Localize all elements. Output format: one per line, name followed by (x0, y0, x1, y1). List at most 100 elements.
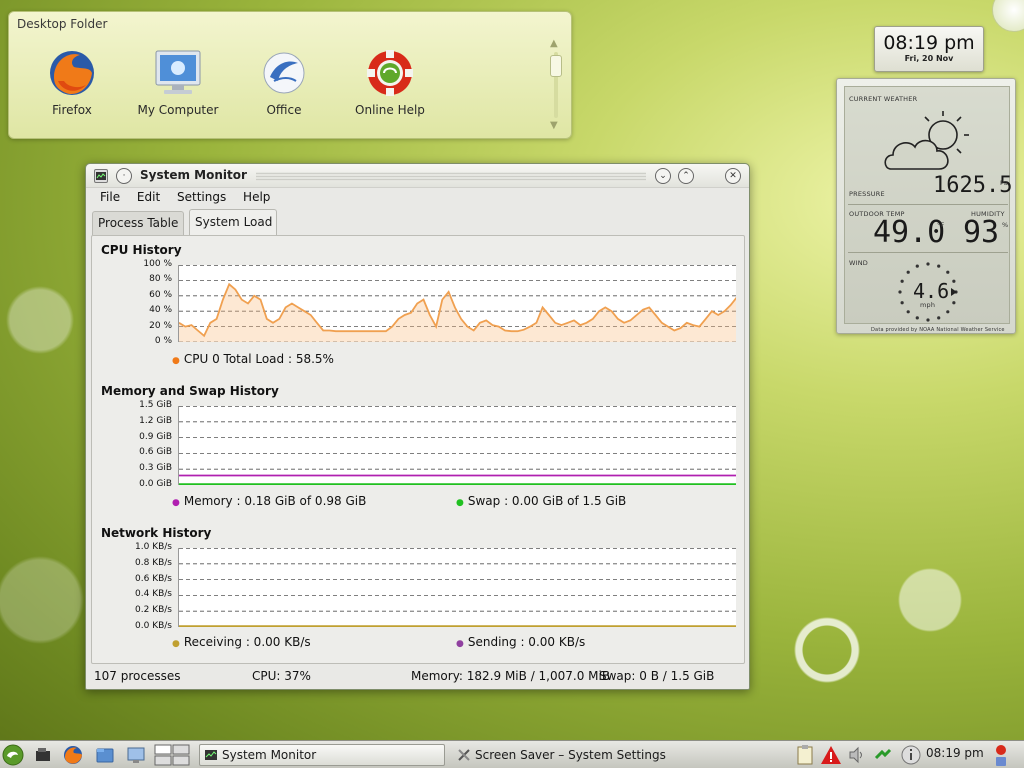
compass-dot (900, 301, 904, 305)
desktop-icon-firefox[interactable]: Firefox (27, 47, 117, 117)
menu-help[interactable]: Help (243, 190, 270, 204)
computer-icon (152, 47, 204, 99)
titlebar-decoration (256, 172, 646, 181)
task-system-monitor[interactable]: System Monitor (199, 744, 445, 766)
desktop-icon-office[interactable]: Office (239, 47, 329, 117)
window-menu-icon[interactable] (94, 169, 108, 183)
clock-date: Fri, 20 Nov (904, 54, 954, 63)
weather-lcd: CURRENT WEATHER PRESSURE 1625.5 Pa OUTDO… (844, 86, 1012, 333)
scroll-down-icon[interactable]: ▼ (550, 120, 558, 131)
clipboard-icon[interactable] (794, 744, 816, 766)
firefox-icon[interactable] (62, 744, 84, 766)
cpu-legend-text: CPU 0 Total Load : 58.5% (183, 352, 334, 366)
help-icon (364, 47, 416, 99)
network-history-svg (179, 548, 736, 627)
maximize-icon[interactable]: ⌃ (678, 168, 694, 184)
network-icon[interactable] (872, 744, 894, 766)
temperature-value: 49.0 (873, 215, 946, 250)
y-tick-label: 0.6 KB/s (135, 573, 172, 584)
icon-label: Firefox (52, 103, 92, 117)
desktop-icon[interactable] (125, 744, 147, 766)
compass-dot (926, 262, 930, 266)
compass-dot (915, 316, 919, 320)
compass-dot (898, 290, 902, 294)
y-tick-label: 60 % (149, 289, 172, 300)
y-tick-label: 0.0 KB/s (135, 621, 172, 631)
pressure-label: PRESSURE (849, 190, 885, 198)
sending-legend-text: Sending : 0.00 KB/s (467, 635, 586, 649)
y-tick-label: 80 % (149, 274, 172, 285)
system-load-panel: CPU History 100 % 80 % 60 % 40 % 20 % 0 % ● CP… (91, 235, 745, 664)
compass-dot (900, 279, 904, 283)
warning-icon[interactable] (820, 744, 842, 766)
menu-settings[interactable]: Settings (177, 190, 226, 204)
icon-label: My Computer (137, 103, 219, 117)
device-notifier-icon[interactable] (32, 744, 54, 766)
compass-dot (915, 264, 919, 268)
lock-logout-icon[interactable] (992, 744, 1010, 766)
y-tick-label: 100 % (143, 259, 172, 269)
sticky-icon[interactable]: · (116, 168, 132, 184)
legend-dot-icon: ● (172, 639, 180, 649)
menu-edit[interactable]: Edit (137, 190, 160, 204)
compass-dot (926, 318, 930, 322)
desktop-toolbox-button[interactable] (992, 0, 1024, 32)
office-icon (258, 47, 310, 99)
system-monitor-window[interactable]: · System Monitor ⌄ ⌃ ✕ File Edit Setting… (85, 163, 750, 690)
system-monitor-icon (204, 748, 218, 765)
desktop-icon-online-help[interactable]: Online Help (345, 47, 435, 117)
desktop-icon-my-computer[interactable]: My Computer (133, 47, 223, 117)
wind-value: 4.6 (913, 279, 950, 303)
taskbar-clock[interactable]: 08:19 pm (926, 746, 984, 760)
cpu-history-title: CPU History (101, 243, 182, 257)
file-manager-icon[interactable] (94, 744, 116, 766)
y-tick-label: 1.2 GiB (139, 415, 172, 426)
memory-history-title: Memory and Swap History (101, 384, 279, 398)
network-history-title: Network History (101, 526, 212, 540)
cpu-history-plot (178, 265, 736, 342)
task-screen-saver-settings[interactable]: Screen Saver – System Settings (452, 744, 782, 766)
wind-unit: mph (920, 301, 936, 309)
status-swap: Swap: 0 B / 1.5 GiB (599, 669, 715, 683)
receiving-legend: ● Receiving : 0.00 KB/s (172, 635, 311, 649)
cpu-history-svg (179, 265, 736, 342)
compass-dot (937, 264, 941, 268)
tab-process-table[interactable]: Process Table (92, 211, 184, 235)
weather-divider (848, 252, 1008, 253)
clock-widget[interactable]: 08:19 pm Fri, 20 Nov (874, 26, 984, 72)
info-icon[interactable] (900, 744, 922, 766)
compass-dot (952, 279, 956, 283)
window-titlebar[interactable]: · System Monitor ⌄ ⌃ ✕ (86, 164, 749, 188)
folder-scrollbar[interactable]: ▲ ▼ (549, 38, 563, 131)
compass-dot (906, 310, 910, 314)
y-tick-label: 0.0 GiB (139, 479, 172, 489)
weather-widget[interactable]: CURRENT WEATHER PRESSURE 1625.5 Pa OUTDO… (836, 78, 1016, 334)
humidity-unit: % (1002, 221, 1009, 229)
legend-dot-icon: ● (172, 356, 180, 366)
compass-dot (946, 270, 950, 274)
app-launcher-icon[interactable] (2, 744, 24, 766)
swap-legend-text: Swap : 0.00 GiB of 1.5 GiB (467, 494, 627, 508)
icon-label: Online Help (355, 103, 425, 117)
memory-legend-text: Memory : 0.18 GiB of 0.98 GiB (183, 494, 367, 508)
taskbar: System Monitor Screen Saver – System Set… (0, 740, 1024, 768)
weather-divider (848, 204, 1008, 205)
menubar: File Edit Settings Help (100, 190, 283, 210)
pager-icon[interactable] (154, 744, 190, 766)
status-bar: 107 processes CPU: 37% Memory: 182.9 MiB… (94, 669, 744, 687)
pressure-unit: Pa (1000, 179, 1009, 187)
minimize-icon[interactable]: ⌄ (655, 168, 671, 184)
status-processes: 107 processes (94, 669, 181, 683)
tab-system-load[interactable]: System Load (189, 209, 277, 235)
memory-legend: ● Memory : 0.18 GiB of 0.98 GiB (172, 494, 366, 508)
y-tick-label: 0.9 GiB (139, 431, 172, 442)
menu-file[interactable]: File (100, 190, 120, 204)
humidity-value: 93 (963, 215, 1000, 250)
close-icon[interactable]: ✕ (725, 168, 741, 184)
scroll-thumb[interactable] (550, 55, 562, 77)
legend-dot-icon: ● (456, 498, 464, 508)
volume-icon[interactable] (846, 744, 868, 766)
compass-dot (952, 301, 956, 305)
firefox-icon (46, 47, 98, 99)
scroll-up-icon[interactable]: ▲ (550, 38, 558, 49)
